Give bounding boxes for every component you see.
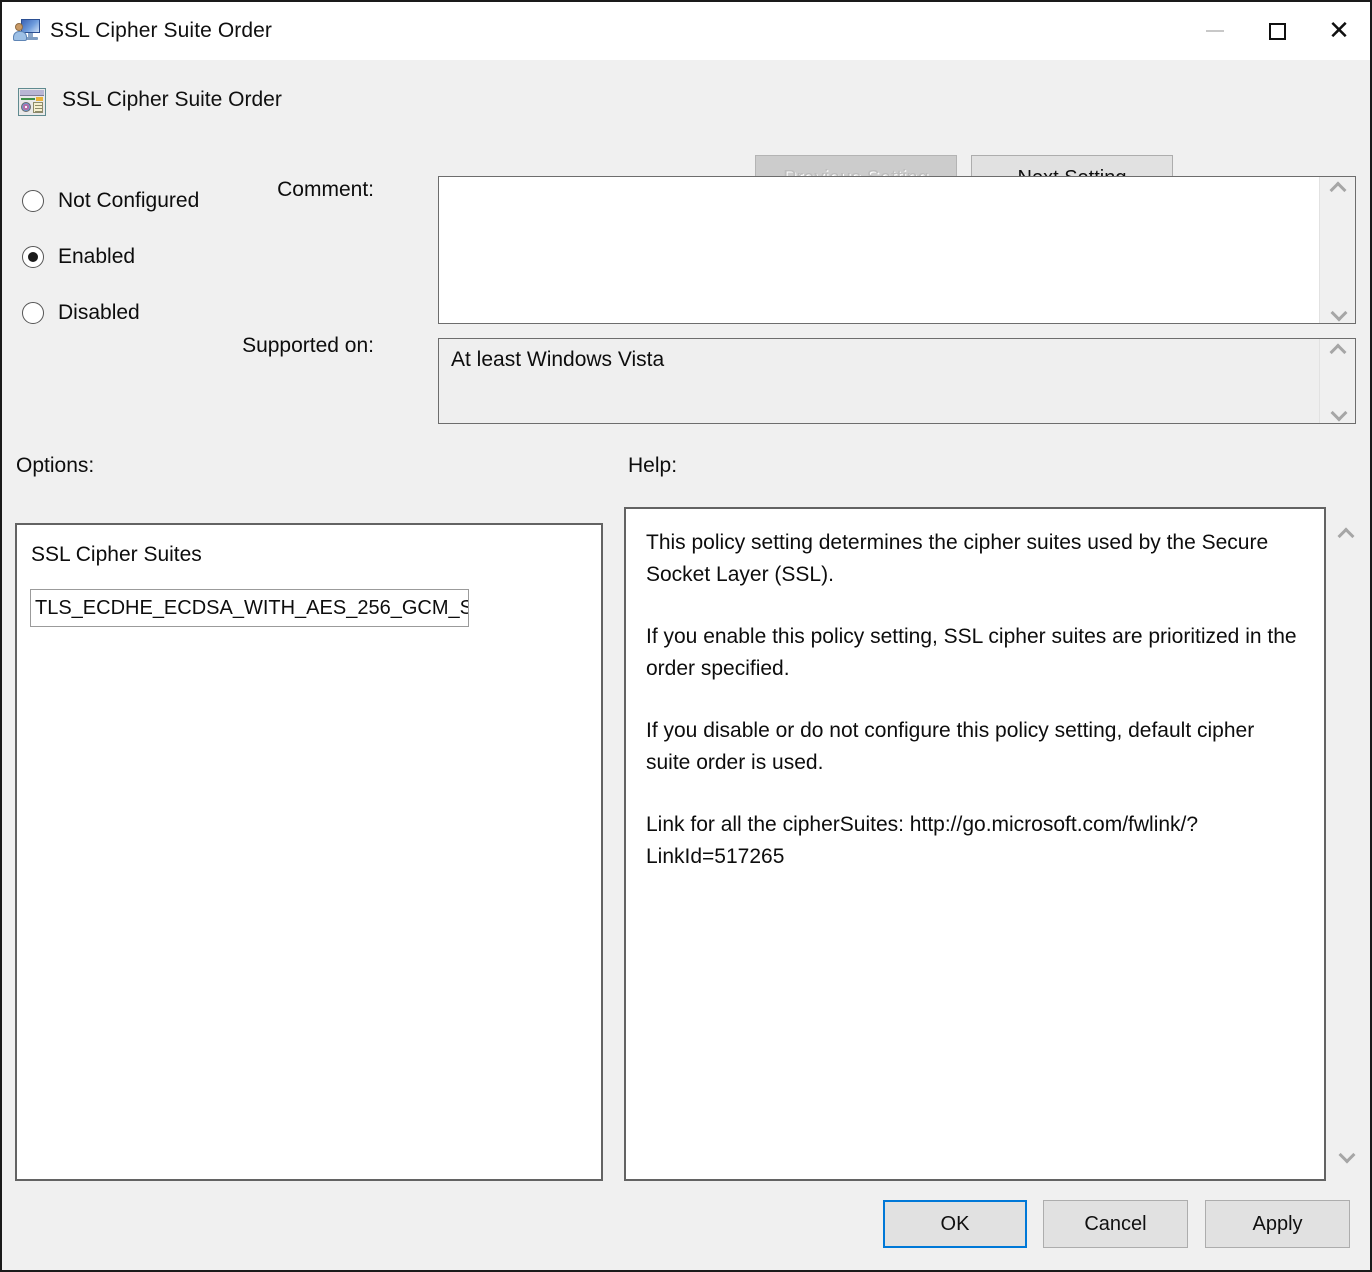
- comment-scrollbar[interactable]: [1319, 177, 1355, 323]
- help-label: Help:: [628, 454, 677, 478]
- supported-on-label: Supported on:: [202, 334, 374, 358]
- close-button[interactable]: ✕: [1308, 2, 1370, 60]
- options-panel: SSL Cipher Suites TLS_ECDHE_ECDSA_WITH_A…: [15, 523, 603, 1181]
- maximize-icon: [1269, 23, 1286, 40]
- chevron-down-icon[interactable]: [1338, 1149, 1354, 1159]
- help-paragraph: If you disable or do not configure this …: [646, 715, 1304, 779]
- chevron-up-icon[interactable]: [1330, 345, 1346, 355]
- ssl-cipher-suites-input[interactable]: TLS_ECDHE_ECDSA_WITH_AES_256_GCM_SHA384: [30, 589, 469, 627]
- setting-title: SSL Cipher Suite Order: [62, 88, 282, 112]
- comment-value[interactable]: [439, 177, 1319, 323]
- radio-label-disabled: Disabled: [58, 301, 140, 325]
- radio-label-not-configured: Not Configured: [58, 189, 199, 213]
- cancel-button[interactable]: Cancel: [1043, 1200, 1188, 1248]
- comment-textarea[interactable]: [438, 176, 1356, 324]
- title-bar: SSL Cipher Suite Order ✕: [2, 2, 1370, 60]
- help-paragraph: Link for all the cipherSuites: http://go…: [646, 809, 1304, 873]
- help-paragraph: This policy setting determines the ciphe…: [646, 527, 1304, 591]
- radio-mark-disabled: [22, 302, 44, 324]
- setting-header: SSL Cipher Suite Order Previous Setting …: [2, 60, 1370, 150]
- radio-mark-enabled: [22, 246, 44, 268]
- window-title: SSL Cipher Suite Order: [50, 19, 272, 43]
- help-paragraph: If you enable this policy setting, SSL c…: [646, 621, 1304, 685]
- ok-button[interactable]: OK: [883, 1200, 1027, 1248]
- comment-label: Comment:: [202, 178, 374, 202]
- policy-setting-icon: [18, 88, 46, 116]
- chevron-down-icon[interactable]: [1330, 307, 1346, 317]
- minimize-icon: [1206, 30, 1224, 32]
- apply-button[interactable]: Apply: [1205, 1200, 1350, 1248]
- chevron-down-icon[interactable]: [1330, 407, 1346, 417]
- ssl-cipher-suites-heading: SSL Cipher Suites: [31, 543, 202, 567]
- chevron-up-icon[interactable]: [1338, 529, 1354, 539]
- radio-disabled[interactable]: Disabled: [22, 292, 422, 334]
- options-label: Options:: [16, 454, 94, 478]
- supported-on-value: At least Windows Vista: [439, 339, 1319, 423]
- policy-state-radio-group: Not Configured Enabled Disabled: [22, 180, 422, 348]
- help-panel: This policy setting determines the ciphe…: [624, 507, 1326, 1181]
- minimize-button[interactable]: [1184, 2, 1246, 60]
- radio-label-enabled: Enabled: [58, 245, 135, 269]
- radio-enabled[interactable]: Enabled: [22, 236, 422, 278]
- supported-on-scrollbar[interactable]: [1319, 339, 1355, 423]
- caption-button-group: ✕: [1184, 2, 1370, 60]
- chevron-up-icon[interactable]: [1330, 183, 1346, 193]
- maximize-button[interactable]: [1246, 2, 1308, 60]
- supported-on-textarea: At least Windows Vista: [438, 338, 1356, 424]
- close-icon: ✕: [1328, 18, 1350, 44]
- help-scrollbar[interactable]: [1328, 507, 1364, 1181]
- policy-computer-icon: [14, 18, 40, 44]
- radio-mark-not-configured: [22, 190, 44, 212]
- ssl-cipher-suite-order-dialog: SSL Cipher Suite Order ✕ SSL Cipher Suit…: [0, 0, 1372, 1272]
